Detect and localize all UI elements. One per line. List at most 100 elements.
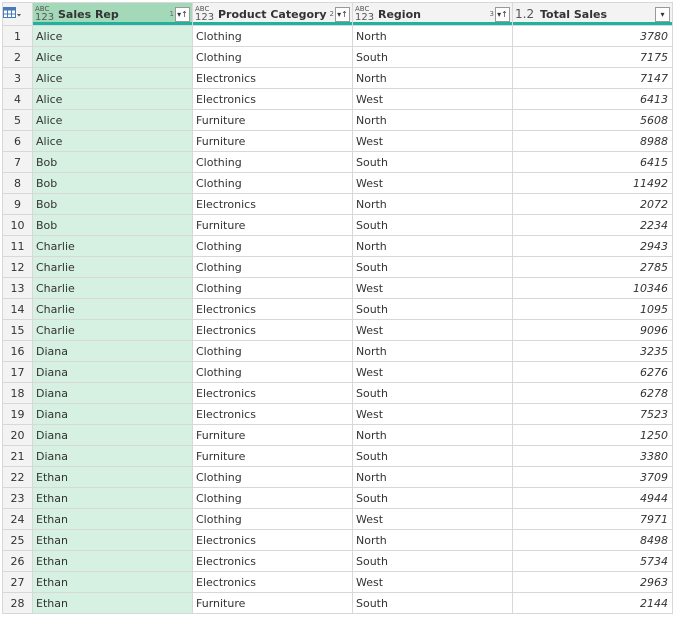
- row-number[interactable]: 19: [2, 403, 33, 425]
- row-number[interactable]: 24: [2, 508, 33, 530]
- cell-product-category[interactable]: Electronics: [192, 88, 353, 110]
- cell-region[interactable]: North: [352, 193, 513, 215]
- cell-total-sales[interactable]: 7523: [512, 403, 673, 425]
- cell-region[interactable]: West: [352, 88, 513, 110]
- cell-sales-rep[interactable]: Ethan: [32, 487, 193, 509]
- cell-product-category[interactable]: Clothing: [192, 46, 353, 68]
- cell-sales-rep[interactable]: Ethan: [32, 571, 193, 593]
- cell-sales-rep[interactable]: Ethan: [32, 508, 193, 530]
- cell-sales-rep[interactable]: Diana: [32, 445, 193, 467]
- cell-region[interactable]: West: [352, 508, 513, 530]
- row-number[interactable]: 9: [2, 193, 33, 215]
- row-number[interactable]: 18: [2, 382, 33, 404]
- cell-sales-rep[interactable]: Diana: [32, 361, 193, 383]
- cell-region[interactable]: West: [352, 172, 513, 194]
- cell-region[interactable]: North: [352, 529, 513, 551]
- cell-total-sales[interactable]: 5608: [512, 109, 673, 131]
- cell-product-category[interactable]: Furniture: [192, 592, 353, 614]
- cell-total-sales[interactable]: 3380: [512, 445, 673, 467]
- cell-sales-rep[interactable]: Ethan: [32, 592, 193, 614]
- row-number[interactable]: 11: [2, 235, 33, 257]
- cell-total-sales[interactable]: 11492: [512, 172, 673, 194]
- cell-total-sales[interactable]: 6276: [512, 361, 673, 383]
- cell-total-sales[interactable]: 1250: [512, 424, 673, 446]
- cell-product-category[interactable]: Electronics: [192, 571, 353, 593]
- cell-sales-rep[interactable]: Bob: [32, 172, 193, 194]
- cell-region[interactable]: South: [352, 592, 513, 614]
- column-header-product-category[interactable]: ABC 123 Product Category 2 ▾↑: [192, 2, 353, 26]
- cell-total-sales[interactable]: 9096: [512, 319, 673, 341]
- cell-total-sales[interactable]: 7971: [512, 508, 673, 530]
- cell-product-category[interactable]: Electronics: [192, 403, 353, 425]
- cell-region[interactable]: North: [352, 340, 513, 362]
- row-number[interactable]: 5: [2, 109, 33, 131]
- row-number[interactable]: 1: [2, 25, 33, 47]
- cell-sales-rep[interactable]: Diana: [32, 424, 193, 446]
- cell-sales-rep[interactable]: Diana: [32, 340, 193, 362]
- row-number[interactable]: 14: [2, 298, 33, 320]
- cell-total-sales[interactable]: 8988: [512, 130, 673, 152]
- text-type-icon[interactable]: ABC 123: [195, 5, 215, 23]
- cell-region[interactable]: North: [352, 109, 513, 131]
- cell-total-sales[interactable]: 7175: [512, 46, 673, 68]
- cell-product-category[interactable]: Electronics: [192, 529, 353, 551]
- cell-sales-rep[interactable]: Alice: [32, 25, 193, 47]
- sort-filter-button[interactable]: ▾↑: [335, 6, 350, 22]
- cell-product-category[interactable]: Clothing: [192, 340, 353, 362]
- row-number[interactable]: 16: [2, 340, 33, 362]
- cell-region[interactable]: West: [352, 130, 513, 152]
- column-header-total-sales[interactable]: 1.2 Total Sales ▾: [512, 2, 673, 26]
- cell-product-category[interactable]: Furniture: [192, 445, 353, 467]
- cell-product-category[interactable]: Furniture: [192, 214, 353, 236]
- cell-sales-rep[interactable]: Bob: [32, 193, 193, 215]
- cell-total-sales[interactable]: 4944: [512, 487, 673, 509]
- cell-region[interactable]: South: [352, 550, 513, 572]
- cell-region[interactable]: South: [352, 487, 513, 509]
- cell-total-sales[interactable]: 1095: [512, 298, 673, 320]
- row-number[interactable]: 25: [2, 529, 33, 551]
- cell-sales-rep[interactable]: Charlie: [32, 277, 193, 299]
- cell-sales-rep[interactable]: Alice: [32, 88, 193, 110]
- cell-region[interactable]: West: [352, 403, 513, 425]
- cell-sales-rep[interactable]: Charlie: [32, 319, 193, 341]
- table-menu-button[interactable]: [2, 2, 33, 26]
- row-number[interactable]: 27: [2, 571, 33, 593]
- row-number[interactable]: 17: [2, 361, 33, 383]
- text-type-icon[interactable]: ABC 123: [355, 5, 375, 23]
- row-number[interactable]: 26: [2, 550, 33, 572]
- decimal-type-icon[interactable]: 1.2: [515, 7, 537, 21]
- cell-product-category[interactable]: Clothing: [192, 487, 353, 509]
- cell-total-sales[interactable]: 6413: [512, 88, 673, 110]
- cell-product-category[interactable]: Electronics: [192, 67, 353, 89]
- cell-sales-rep[interactable]: Charlie: [32, 298, 193, 320]
- cell-sales-rep[interactable]: Alice: [32, 46, 193, 68]
- row-number[interactable]: 20: [2, 424, 33, 446]
- cell-total-sales[interactable]: 6278: [512, 382, 673, 404]
- cell-region[interactable]: South: [352, 298, 513, 320]
- cell-region[interactable]: West: [352, 361, 513, 383]
- row-number[interactable]: 4: [2, 88, 33, 110]
- cell-product-category[interactable]: Furniture: [192, 130, 353, 152]
- sort-filter-button[interactable]: ▾↑: [495, 6, 510, 22]
- cell-total-sales[interactable]: 3235: [512, 340, 673, 362]
- cell-sales-rep[interactable]: Alice: [32, 109, 193, 131]
- cell-sales-rep[interactable]: Diana: [32, 403, 193, 425]
- row-number[interactable]: 12: [2, 256, 33, 278]
- cell-sales-rep[interactable]: Bob: [32, 214, 193, 236]
- text-type-icon[interactable]: ABC 123: [35, 5, 55, 23]
- cell-region[interactable]: South: [352, 214, 513, 236]
- cell-total-sales[interactable]: 3780: [512, 25, 673, 47]
- cell-product-category[interactable]: Clothing: [192, 256, 353, 278]
- cell-region[interactable]: West: [352, 571, 513, 593]
- row-number[interactable]: 22: [2, 466, 33, 488]
- cell-total-sales[interactable]: 6415: [512, 151, 673, 173]
- column-header-sales-rep[interactable]: ABC 123 Sales Rep 1 ▾↑: [32, 2, 193, 26]
- cell-total-sales[interactable]: 5734: [512, 550, 673, 572]
- cell-total-sales[interactable]: 2234: [512, 214, 673, 236]
- row-number[interactable]: 23: [2, 487, 33, 509]
- row-number[interactable]: 6: [2, 130, 33, 152]
- cell-sales-rep[interactable]: Ethan: [32, 466, 193, 488]
- sort-filter-button[interactable]: ▾↑: [175, 6, 190, 22]
- cell-product-category[interactable]: Clothing: [192, 151, 353, 173]
- row-number[interactable]: 2: [2, 46, 33, 68]
